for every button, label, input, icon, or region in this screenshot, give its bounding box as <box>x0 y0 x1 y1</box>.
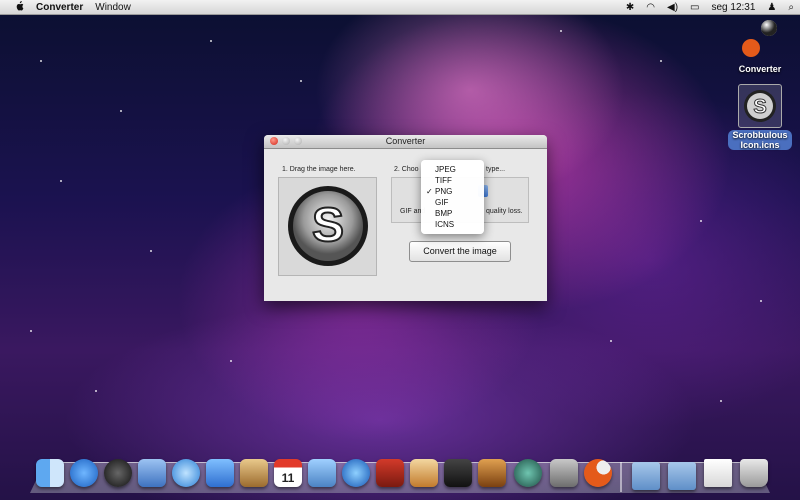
facetime-icon[interactable] <box>206 459 234 487</box>
clock[interactable]: seg 12:31 <box>711 2 755 13</box>
wifi-icon[interactable]: ◠ <box>646 2 655 13</box>
converter-window: Converter 1. Drag the image here. S 2. C… <box>264 135 547 301</box>
close-button[interactable] <box>270 137 278 145</box>
imovie-icon[interactable] <box>444 459 472 487</box>
menu-bar: Converter Window ✱ ◠ ◀) ▭ seg 12:31 ♟ ⌕ <box>0 0 800 15</box>
dashboard-icon[interactable] <box>104 459 132 487</box>
window-menu[interactable]: Window <box>95 2 131 13</box>
trash-icon[interactable] <box>740 459 768 487</box>
applications-folder-icon[interactable] <box>632 462 660 490</box>
converter-dock-icon[interactable] <box>584 459 612 487</box>
time-machine-icon[interactable] <box>514 459 542 487</box>
icns-file-icon: S <box>738 84 782 128</box>
dock-separator <box>620 462 622 492</box>
format-option-jpeg[interactable]: JPEG <box>421 164 484 175</box>
format-option-png[interactable]: ✓ PNG <box>421 186 484 197</box>
choose-format-label: 2. Choo <box>394 166 419 173</box>
system-preferences-icon[interactable] <box>550 459 578 487</box>
safari-icon[interactable] <box>172 459 200 487</box>
finder-icon[interactable] <box>36 459 64 487</box>
documents-folder-icon[interactable] <box>668 462 696 490</box>
format-option-bmp[interactable]: BMP <box>421 208 484 219</box>
address-book-icon[interactable] <box>240 459 268 487</box>
dropped-image-preview: S <box>288 186 368 266</box>
itunes-icon[interactable] <box>342 459 370 487</box>
window-title: Converter <box>385 136 426 146</box>
choose-format-label-end: type... <box>486 166 506 173</box>
zoom-button[interactable] <box>294 137 302 145</box>
svg-text:S: S <box>753 96 766 118</box>
converter-app-icon <box>742 20 777 57</box>
app-store-icon[interactable] <box>70 459 98 487</box>
apple-menu-icon[interactable] <box>12 0 26 14</box>
minimize-button[interactable] <box>282 137 290 145</box>
user-icon[interactable]: ♟ <box>767 2 776 13</box>
desktop-icon-label: Converter <box>738 64 782 74</box>
format-option-gif[interactable]: GIF <box>421 197 484 208</box>
garageband-icon[interactable] <box>478 459 506 487</box>
quality-note-right: quality loss. <box>486 208 523 215</box>
drag-instruction-label: 1. Drag the image here. <box>282 166 356 173</box>
battery-icon[interactable]: ▭ <box>690 2 699 13</box>
desktop-icon-label: Scrobbulous Icon.icns <box>728 130 792 150</box>
desktop-icon-scrobbulous[interactable]: S Scrobbulous Icon.icns <box>728 84 792 150</box>
calendar-icon[interactable]: 11 <box>274 459 302 487</box>
downloads-stack-icon[interactable] <box>704 459 732 487</box>
photo-booth-icon[interactable] <box>376 459 404 487</box>
bluetooth-icon[interactable]: ✱ <box>626 2 634 13</box>
format-dropdown-menu: JPEG TIFF ✓ PNG GIF BMP ICNS <box>421 160 484 234</box>
format-option-tiff[interactable]: TIFF <box>421 175 484 186</box>
desktop-icon-converter[interactable]: Converter <box>730 18 790 74</box>
svg-text:S: S <box>312 199 344 252</box>
image-drop-well[interactable]: S <box>278 177 377 276</box>
iphoto-icon[interactable] <box>308 459 336 487</box>
format-option-icns[interactable]: ICNS <box>421 219 484 230</box>
app-menu-converter[interactable]: Converter <box>36 2 83 13</box>
convert-image-button[interactable]: Convert the image <box>409 241 511 262</box>
volume-icon[interactable]: ◀) <box>667 2 678 13</box>
mail-icon[interactable] <box>138 459 166 487</box>
spotlight-search-icon[interactable]: ⌕ <box>788 2 794 13</box>
window-titlebar[interactable]: Converter <box>264 135 547 149</box>
checkmark-icon: ✓ <box>426 187 433 196</box>
preview-icon[interactable] <box>410 459 438 487</box>
